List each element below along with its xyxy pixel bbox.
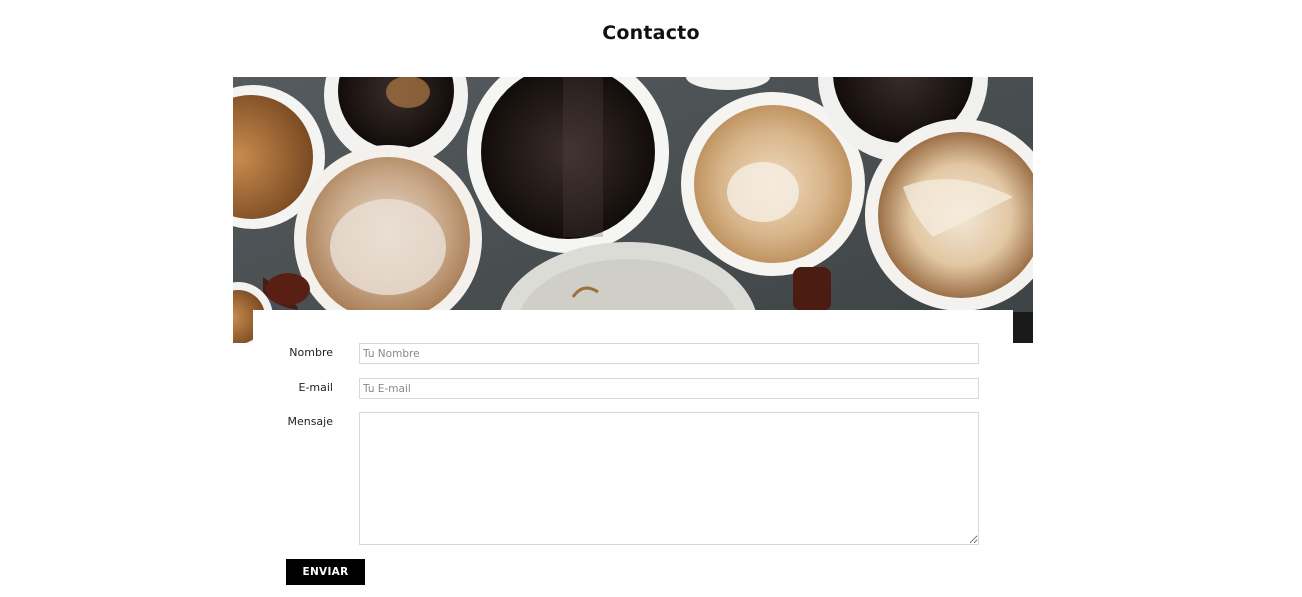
message-textarea[interactable] — [359, 412, 979, 545]
name-input[interactable] — [359, 343, 979, 364]
page-title: Contacto — [602, 22, 700, 44]
email-input[interactable] — [359, 378, 979, 399]
name-label: Nombre — [289, 346, 333, 359]
submit-button[interactable]: ENVIAR — [286, 559, 365, 585]
message-label: Mensaje — [287, 415, 333, 428]
coffee-cups-hero-image — [233, 77, 1033, 343]
email-label: E-mail — [298, 381, 334, 394]
